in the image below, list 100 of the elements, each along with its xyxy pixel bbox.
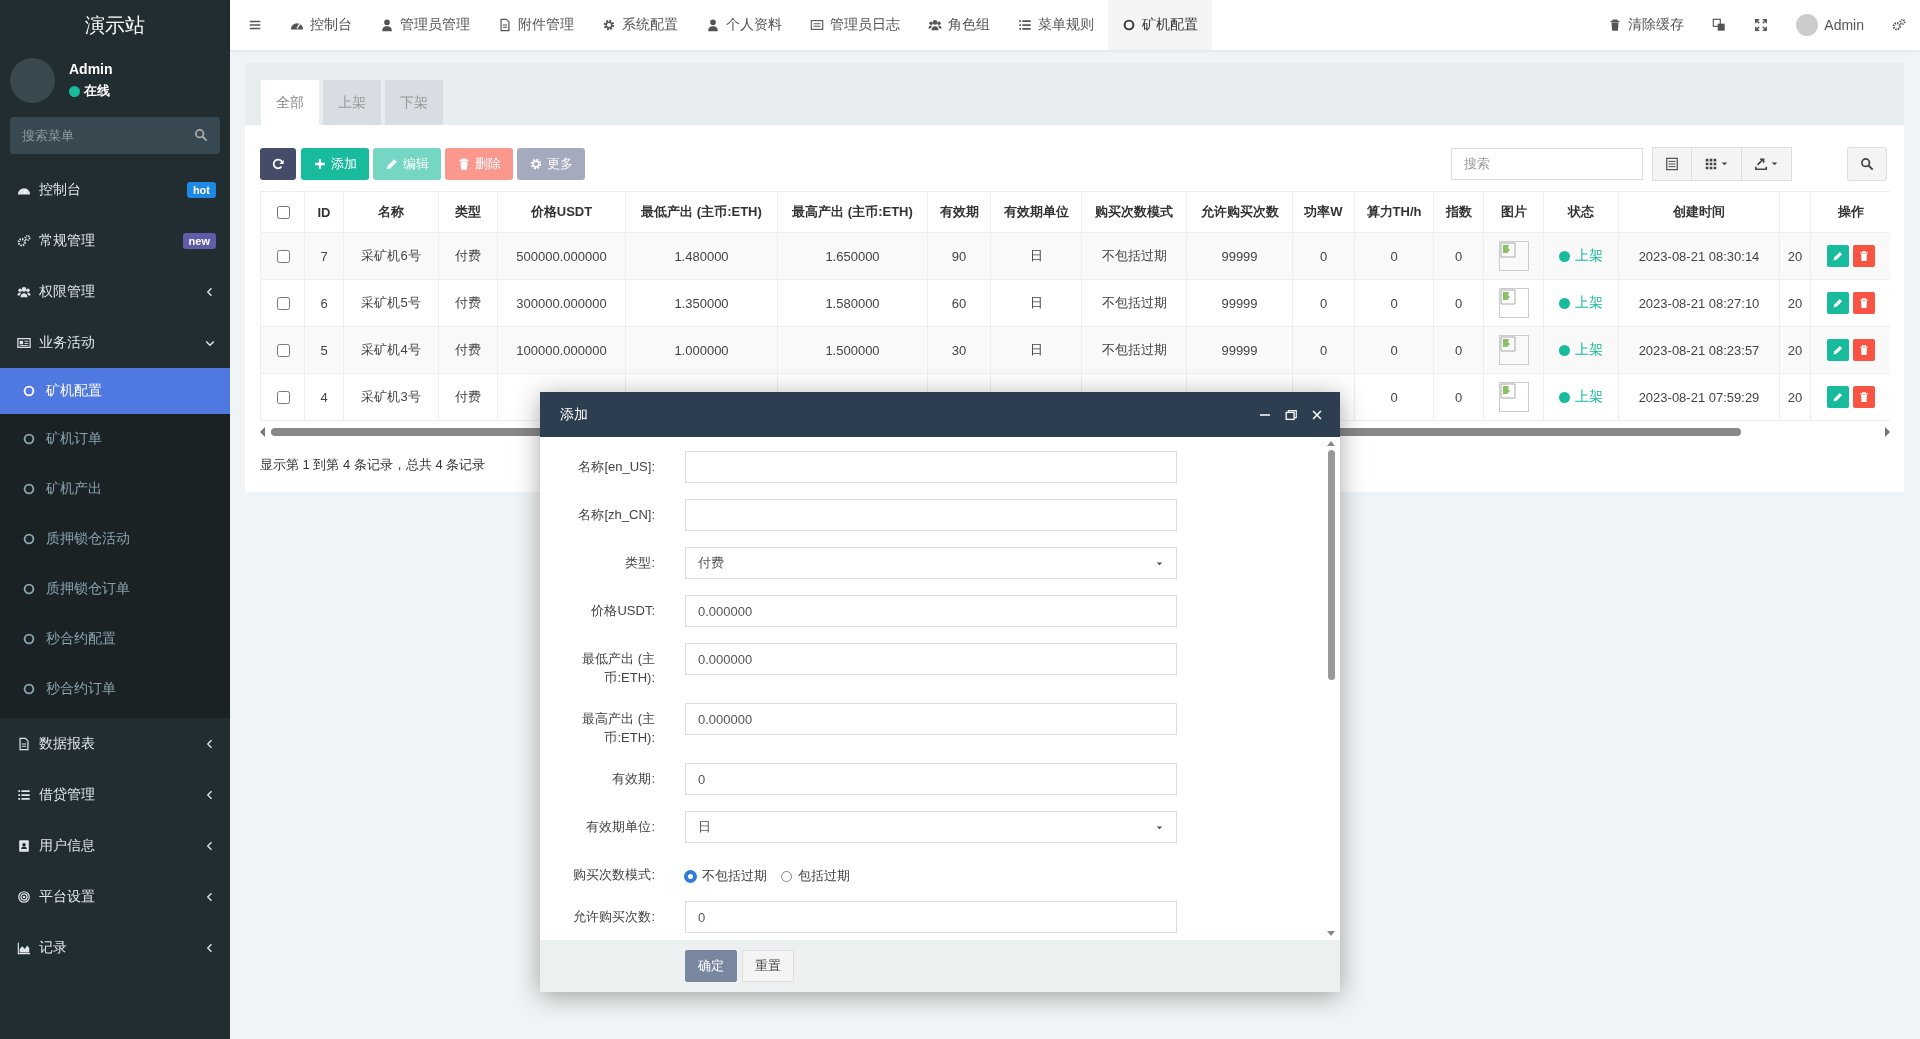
select-field[interactable]: 付费 [685, 547, 1177, 579]
row-checkbox[interactable] [276, 296, 290, 310]
input-field[interactable]: 0.000000 [685, 703, 1177, 735]
row-checkbox[interactable] [276, 343, 290, 357]
sidebar-item[interactable]: 控制台 hot [0, 164, 230, 215]
caret-down-icon [1770, 159, 1779, 168]
table-cell: 99999 [1221, 248, 1258, 264]
table-cell: 付费 [455, 295, 481, 310]
column-header: 有效期 [939, 204, 979, 219]
table-cell: 20 [1787, 342, 1803, 358]
gear-icon [602, 18, 616, 32]
columns-button[interactable] [1691, 146, 1742, 181]
submenu-item[interactable]: 矿机产出 [0, 464, 230, 514]
sidebar-item[interactable]: 借贷管理 [0, 769, 230, 820]
nav-tab[interactable]: 管理员日志 [796, 0, 914, 50]
input-field[interactable] [685, 451, 1177, 483]
gear-icon [529, 156, 543, 171]
table-cell: 不包括过期 [1101, 248, 1167, 263]
edit-button[interactable] [1826, 386, 1849, 408]
clear-cache-button[interactable]: 清除缓存 [1594, 0, 1699, 50]
trash-icon [457, 156, 471, 171]
user-menu[interactable]: Admin [1782, 0, 1878, 50]
toggle-view-button[interactable] [1652, 146, 1692, 181]
edit-button[interactable] [1826, 292, 1849, 314]
input-field[interactable]: 0 [685, 901, 1177, 933]
submenu-item[interactable]: 质押锁仓订单 [0, 564, 230, 614]
circle-icon [1122, 18, 1136, 32]
submenu-item[interactable]: 质押锁仓活动 [0, 514, 230, 564]
refresh-button[interactable] [260, 147, 296, 180]
list-icon [17, 787, 31, 802]
row-checkbox[interactable] [276, 390, 290, 404]
delete-button[interactable] [1852, 386, 1875, 408]
search-icon [1860, 156, 1874, 171]
delete-button[interactable] [1852, 339, 1875, 361]
search-button[interactable] [1847, 146, 1887, 181]
nav-tab[interactable]: 管理员管理 [366, 0, 484, 50]
target-icon [17, 889, 31, 904]
status-label: 上架 [1559, 341, 1603, 359]
input-field[interactable]: 0.000000 [685, 595, 1177, 627]
sidebar-item[interactable]: 数据报表 [0, 718, 230, 769]
nav-tab[interactable]: 角色组 [914, 0, 1004, 50]
nav-tab[interactable]: 矿机配置 [1108, 0, 1212, 50]
filter-tab[interactable]: 全部 [261, 80, 319, 125]
menu-icon [248, 18, 262, 32]
table-cell: 60 [951, 295, 967, 311]
column-header: 有效期单位 [1003, 204, 1069, 219]
sidebar-item[interactable]: 业务活动 [0, 317, 230, 368]
submenu-item[interactable]: 矿机订单 [0, 414, 230, 464]
radio-option[interactable]: 包括过期 [781, 867, 850, 885]
image-file-icon [498, 18, 512, 32]
pencil-icon [1831, 344, 1844, 356]
sidebar-item[interactable]: 用户信息 [0, 820, 230, 871]
column-header: 允许购买次数 [1200, 204, 1279, 219]
caret-down-icon [1720, 159, 1729, 168]
list-icon [1018, 18, 1032, 32]
nav-tab[interactable]: 个人资料 [692, 0, 796, 50]
sidebar-item[interactable]: 权限管理 [0, 266, 230, 317]
nav-tab[interactable]: 系统配置 [588, 0, 692, 50]
plus-icon [313, 156, 327, 171]
edit-button[interactable] [1826, 339, 1849, 361]
search-field[interactable]: 搜索菜单 [10, 117, 220, 154]
submenu-item[interactable]: 矿机配置 [0, 368, 230, 414]
trash-icon [1857, 297, 1870, 309]
column-header: 算力TH/h [1366, 204, 1422, 219]
pagination-info: 显示第 1 到第 4 条记录，总共 4 条记录 [260, 456, 486, 474]
delete-button[interactable] [1852, 245, 1875, 267]
field-label: 有效期: [611, 770, 655, 788]
search-field[interactable]: 搜索 [1451, 147, 1643, 180]
radio-option[interactable]: 不包括过期 [685, 867, 767, 885]
nav-tab[interactable]: 附件管理 [484, 0, 588, 50]
select-all-checkbox[interactable] [276, 205, 290, 219]
sidebar-item[interactable]: 常规管理 new [0, 215, 230, 266]
table-cell: 2023-08-21 07:59:29 [1638, 389, 1760, 405]
table-cell: 99999 [1221, 295, 1258, 311]
export-button[interactable] [1741, 146, 1792, 181]
field-label: 名称[en_US]: [577, 458, 655, 476]
input-field[interactable]: 0 [685, 763, 1177, 795]
menu-badge: hot [186, 181, 216, 198]
sidebar-item[interactable]: 平台设置 [0, 871, 230, 922]
submenu-item[interactable]: 秒合约配置 [0, 614, 230, 664]
table-cell: 4 [320, 389, 328, 405]
input-field[interactable]: 0.000000 [685, 643, 1177, 675]
user-icon [380, 18, 394, 32]
delete-button[interactable] [1852, 292, 1875, 314]
input-field[interactable] [685, 499, 1177, 531]
table-cell: 1.480000 [674, 248, 729, 264]
sidebar-item[interactable]: 记录 [0, 922, 230, 973]
avatar [10, 58, 55, 103]
nav-tab[interactable]: 控制台 [276, 0, 366, 50]
edit-button[interactable] [1826, 245, 1849, 267]
row-checkbox[interactable] [276, 249, 290, 263]
select-field[interactable]: 日 [685, 811, 1177, 843]
reset-button[interactable]: 重置 [742, 950, 794, 982]
nav-tab[interactable]: 菜单规则 [1004, 0, 1108, 50]
confirm-button[interactable]: 确定 [685, 950, 737, 982]
table-cell: 20 [1787, 389, 1803, 405]
table-cell: 采矿机4号 [361, 342, 421, 357]
submenu-item[interactable]: 秒合约订单 [0, 664, 230, 714]
table-cell: 20 [1787, 295, 1803, 311]
field-label: 最高产出 (主币:ETH): [581, 710, 655, 747]
